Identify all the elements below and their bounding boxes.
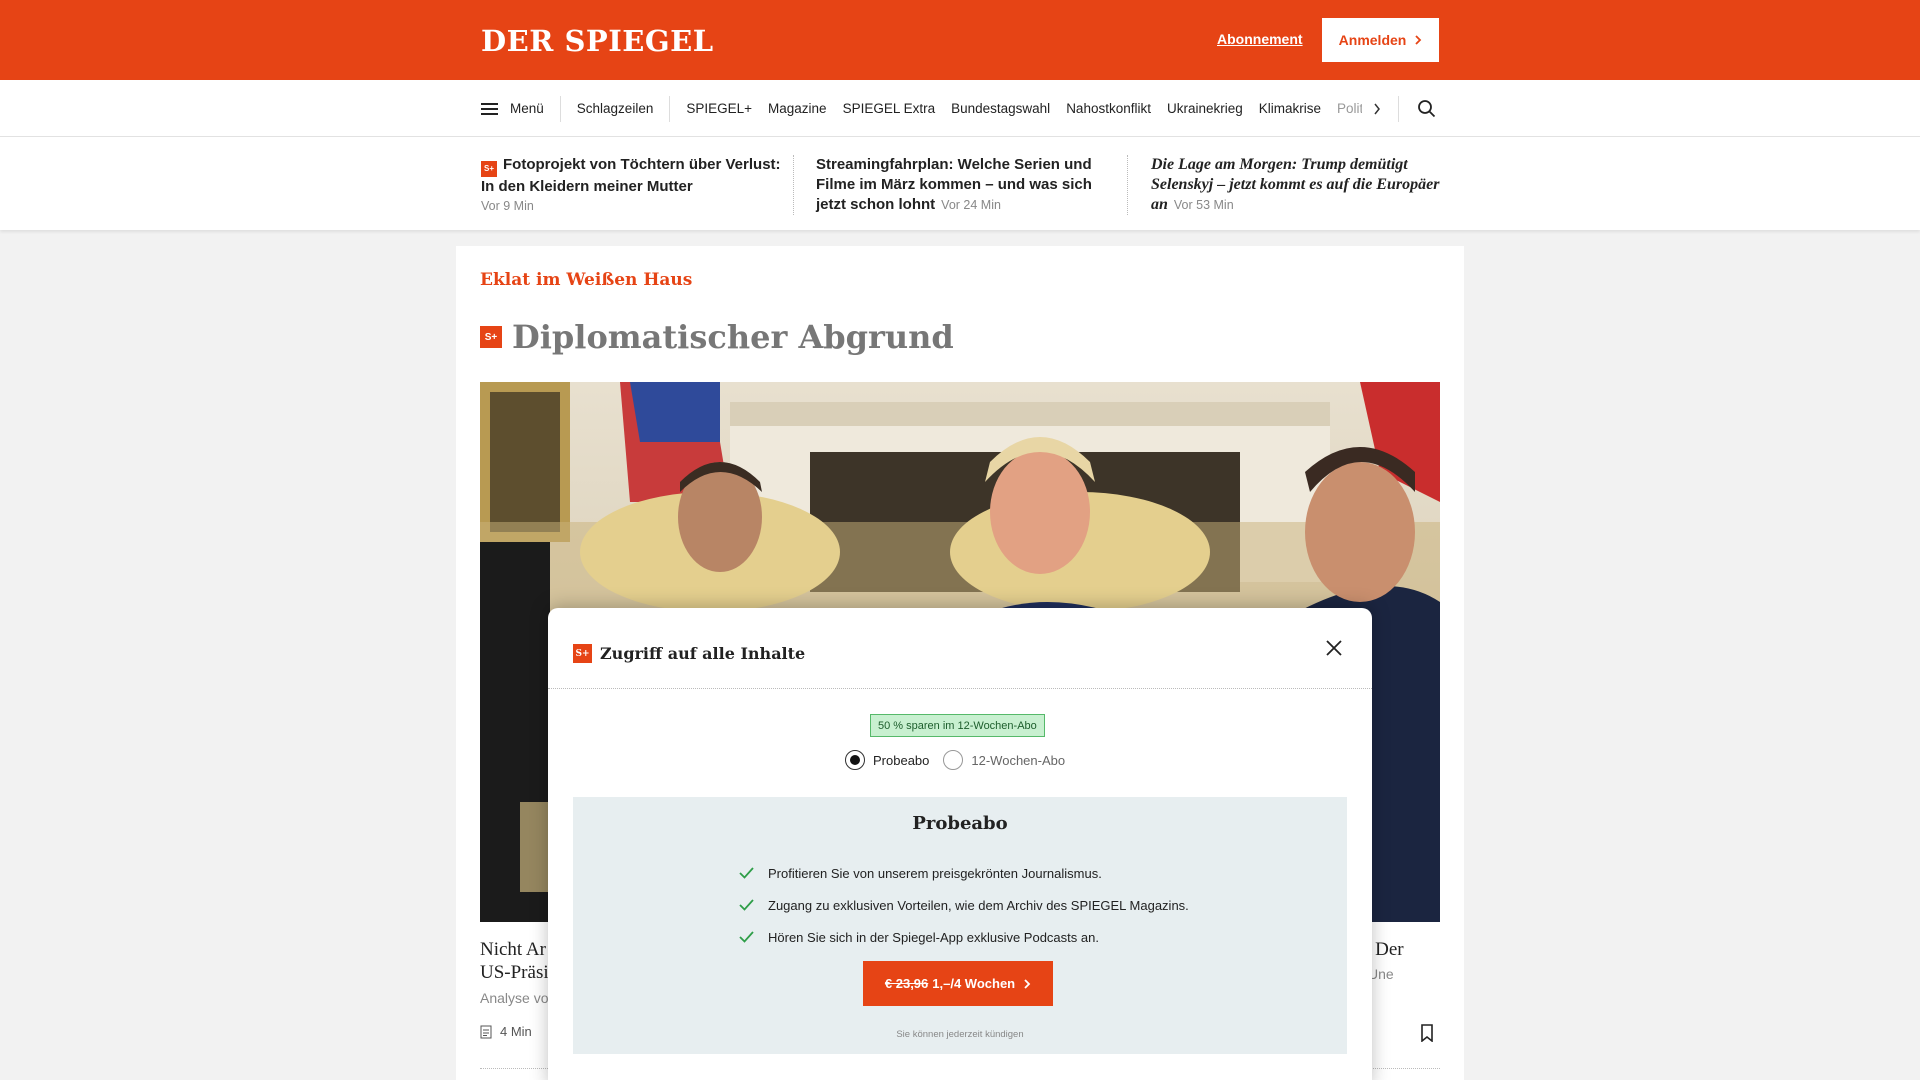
spiegel-logo[interactable]: DER SPIEGEL — [481, 24, 714, 58]
checkmark-icon — [739, 931, 754, 943]
benefit-text: Zugang zu exklusiven Vorteilen, wie dem … — [768, 897, 1189, 913]
checkmark-icon — [739, 899, 754, 911]
modal-title: S+ Zugriff auf alle Inhalte — [573, 644, 805, 663]
main-navigation: Menü Schlagzeilen SPIEGEL+ Magazine SPIE… — [0, 80, 1920, 137]
nav-item[interactable]: SPIEGEL Extra — [835, 101, 944, 116]
read-time: 4 Min — [480, 1024, 532, 1039]
old-price: € 23,96 — [884, 976, 929, 991]
document-icon — [480, 1025, 492, 1038]
nav-item[interactable]: Politik — [1329, 101, 1362, 116]
teaser-item[interactable]: Streamingfahrplan: Welche Serien und Fil… — [816, 155, 1116, 215]
teaser-item[interactable]: Die Lage am Morgen: Trump demütigt Selen… — [1151, 155, 1441, 215]
plan-selector: Probeabo 12-Wochen-Abo — [845, 750, 1079, 770]
radio-label: Probeabo — [873, 752, 930, 768]
read-time-label: 4 Min — [500, 1024, 532, 1039]
close-icon[interactable] — [1322, 636, 1346, 660]
chevron-right-icon — [1024, 978, 1031, 989]
login-button[interactable]: Anmelden — [1322, 18, 1439, 62]
teaser-item[interactable]: S+ Fotoprojekt von Töchtern über Verlust:… — [481, 155, 781, 215]
cancel-note: Sie können jederzeit kündigen — [896, 1029, 1024, 1040]
abonnement-link[interactable]: Abonnement — [1217, 31, 1303, 47]
teaser-divider — [793, 155, 794, 215]
nav-list: SPIEGEL+ Magazine SPIEGEL Extra Bundesta… — [670, 101, 1362, 116]
new-price: 1,–/4 Wochen — [932, 976, 1016, 991]
teaser-divider — [1127, 155, 1128, 215]
nav-item[interactable]: Ukrainekrieg — [1159, 101, 1251, 116]
nav-scroll-right-button[interactable] — [1362, 103, 1392, 115]
chevron-right-icon — [1374, 103, 1381, 114]
search-icon[interactable] — [1417, 99, 1437, 119]
offer-box: Probeabo Profitieren Sie von unserem pre… — [573, 797, 1347, 1054]
radio-unselected-icon — [943, 750, 964, 770]
nav-item-schlagzeilen[interactable]: Schlagzeilen — [561, 95, 671, 122]
benefit-text: Hören Sie sich in der Spiegel-App exklus… — [768, 929, 1099, 945]
menu-button[interactable]: Menü — [481, 95, 561, 122]
radio-12-wochen-abo[interactable]: 12-Wochen-Abo — [943, 750, 1065, 770]
nav-item[interactable]: SPIEGEL+ — [678, 101, 760, 116]
article-kicker[interactable]: Eklat im Weißen Haus — [480, 270, 692, 290]
article-headline[interactable]: S+ Diplomatischer Abgrund — [480, 318, 954, 356]
chevron-right-icon — [1415, 35, 1422, 45]
teaser-title: Fotoprojekt von Töchtern über Verlust: I… — [481, 156, 781, 195]
teaser-time: Vor 9 Min — [481, 199, 534, 213]
headline-text: Diplomatischer Abgrund — [512, 318, 954, 356]
nav-item[interactable]: Klimakrise — [1251, 101, 1329, 116]
savings-badge: 50 % sparen im 12-Wochen-Abo — [870, 714, 1045, 737]
modal-divider — [548, 688, 1372, 689]
teaser-bar: S+ Fotoprojekt von Töchtern über Verlust:… — [0, 137, 1920, 230]
nav-item[interactable]: Bundestagswahl — [943, 101, 1058, 116]
nav-item[interactable]: Magazine — [760, 101, 835, 116]
offer-title: Probeabo — [912, 813, 1008, 834]
article-author-line: Analyse vo — [480, 990, 549, 1006]
teaser-time: Vor 53 Min — [1173, 198, 1234, 212]
benefit-text: Profitieren Sie von unserem preisgekrönt… — [768, 865, 1102, 881]
site-header: DER SPIEGEL Abonnement Anmelden — [0, 0, 1920, 80]
modal-title-text: Zugriff auf alle Inhalte — [600, 644, 806, 663]
radio-selected-icon — [845, 750, 865, 770]
teaser-time: Vor 24 Min — [941, 198, 1001, 212]
benefit-item: Profitieren Sie von unserem preisgekrönt… — [739, 857, 1189, 889]
hamburger-icon — [481, 102, 498, 115]
login-label: Anmelden — [1338, 32, 1407, 48]
benefit-list: Profitieren Sie von unserem preisgekrönt… — [739, 857, 1189, 953]
radio-probeabo[interactable]: Probeabo — [845, 750, 929, 770]
spiegel-plus-icon: S+ — [573, 644, 592, 663]
nav-item[interactable]: Nahostkonflikt — [1058, 101, 1159, 116]
subscription-modal: S+ Zugriff auf alle Inhalte 50 % sparen … — [548, 608, 1372, 1080]
spiegel-plus-icon: S+ — [480, 326, 502, 348]
benefit-item: Zugang zu exklusiven Vorteilen, wie dem … — [739, 889, 1189, 921]
nav-divider — [1398, 95, 1400, 122]
radio-label: 12-Wochen-Abo — [971, 752, 1066, 768]
subscribe-button[interactable]: € 23,96 1,–/4 Wochen — [863, 961, 1053, 1006]
checkmark-icon — [739, 867, 754, 879]
spiegel-plus-icon: S+ — [481, 161, 497, 177]
bookmark-icon[interactable] — [1420, 1024, 1434, 1042]
benefit-item: Hören Sie sich in der Spiegel-App exklus… — [739, 921, 1189, 953]
menu-label: Menü — [510, 101, 544, 116]
